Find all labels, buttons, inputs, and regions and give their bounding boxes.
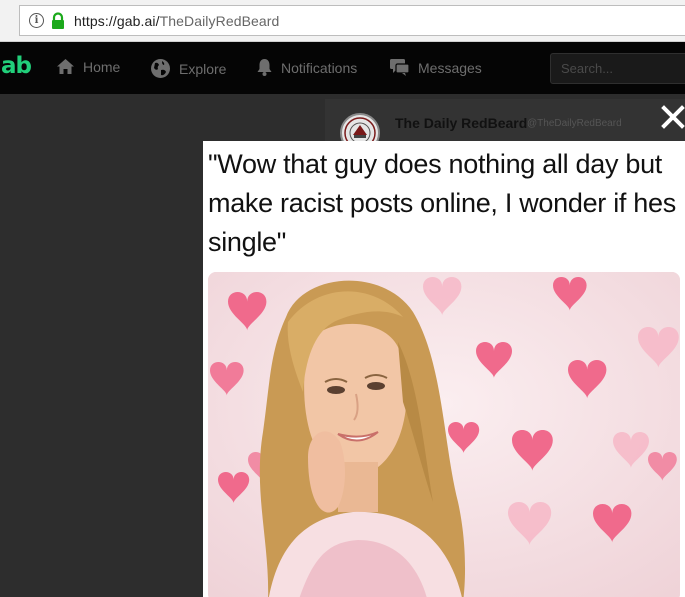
- address-bar[interactable]: i https://gab.ai/TheDailyRedBeard: [19, 5, 685, 36]
- site-navbar: ab Home Explore Notifications Messages S…: [0, 42, 685, 94]
- nav-messages[interactable]: Messages: [389, 58, 482, 77]
- lock-icon: [51, 11, 65, 30]
- info-icon[interactable]: i: [29, 13, 44, 28]
- browser-toolbar: i https://gab.ai/TheDailyRedBeard: [0, 0, 685, 42]
- nav-notifications-label: Notifications: [281, 59, 358, 76]
- nav-notifications[interactable]: Notifications: [256, 58, 357, 77]
- woman-with-hearts-photo: [208, 272, 680, 597]
- search-input[interactable]: Search...: [550, 53, 685, 84]
- nav-explore-label: Explore: [179, 60, 227, 77]
- url-path: TheDailyRedBeard: [159, 12, 280, 29]
- meme-photo: [208, 272, 680, 597]
- nav-explore[interactable]: Explore: [150, 58, 226, 79]
- url-text: https://gab.ai/TheDailyRedBeard: [74, 13, 279, 29]
- nav-home[interactable]: Home: [56, 58, 120, 75]
- meme-caption: "Wow that guy does nothing all day but m…: [208, 149, 676, 257]
- home-icon: [57, 59, 74, 74]
- nav-home-label: Home: [83, 58, 121, 75]
- chat-icon: [390, 59, 410, 76]
- close-icon[interactable]: [660, 104, 685, 132]
- post-author-handle[interactable]: @TheDailyRedBeard: [527, 118, 622, 129]
- gab-logo[interactable]: ab: [1, 53, 32, 79]
- bell-icon: [257, 59, 272, 76]
- nav-messages-label: Messages: [418, 59, 482, 76]
- modal-image: "Wow that guy does nothing all day but m…: [203, 141, 685, 597]
- url-domain: https://gab.ai/: [74, 12, 160, 29]
- globe-icon: [151, 59, 170, 78]
- post-author-name[interactable]: The Daily RedBeard: [395, 115, 527, 131]
